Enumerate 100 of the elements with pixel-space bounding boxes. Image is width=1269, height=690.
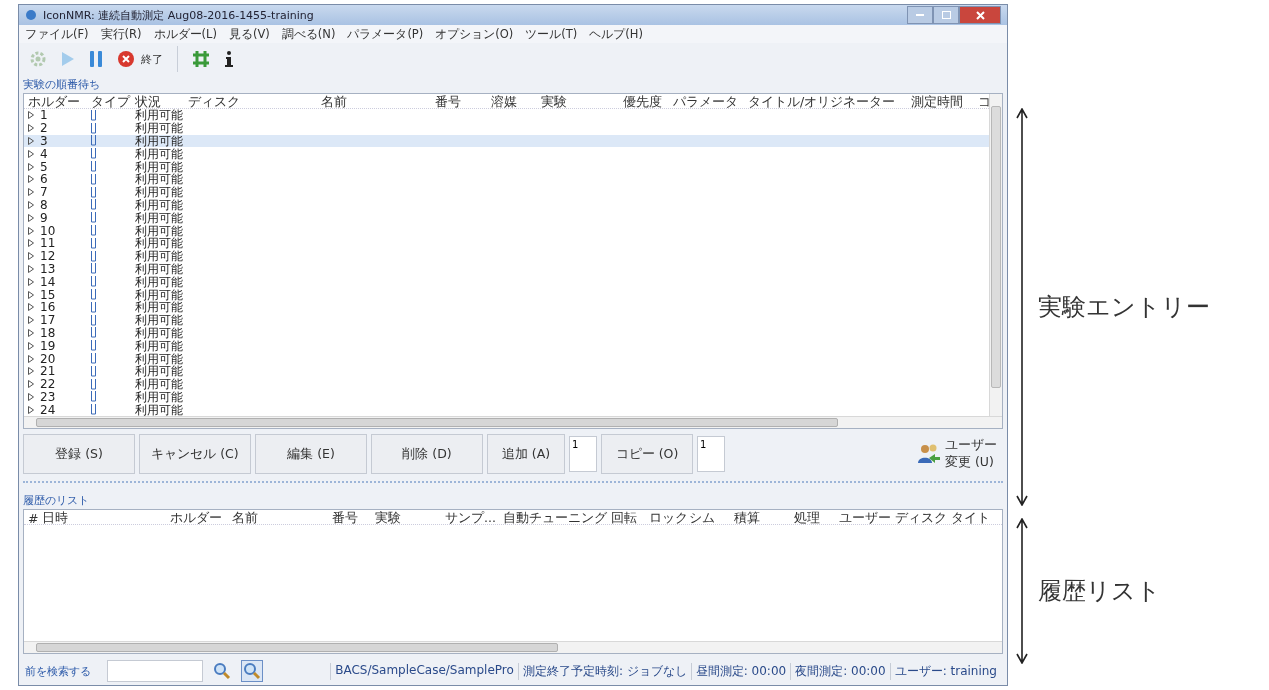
queue-row[interactable]: 15 利用可能: [24, 288, 989, 301]
action-button[interactable]: 追加 (A): [487, 434, 565, 475]
minimize-button[interactable]: [907, 6, 933, 24]
queue-row[interactable]: 7 利用可能: [24, 185, 989, 199]
queue-row[interactable]: 22 利用可能: [24, 377, 989, 391]
column-header[interactable]: ホルダー: [28, 94, 91, 111]
column-header[interactable]: 実験: [375, 510, 445, 528]
section-title: 履歴のリスト: [22, 493, 90, 510]
search-next-button[interactable]: [241, 660, 263, 682]
menu-item[interactable]: ツール(T): [525, 26, 578, 42]
action-button[interactable]: キャンセル (C): [139, 434, 251, 475]
queue-row[interactable]: 14 利用可能: [24, 275, 989, 289]
menu-item[interactable]: ファイル(F): [25, 26, 89, 42]
holder-number: 13: [40, 262, 56, 275]
column-header[interactable]: ホルダー: [170, 510, 232, 528]
queue-row[interactable]: 8 利用可能: [24, 198, 989, 212]
column-header[interactable]: ディスク: [895, 510, 951, 528]
column-header[interactable]: 番号: [332, 510, 375, 528]
column-header[interactable]: 自動チューニング: [503, 510, 611, 528]
menu-item[interactable]: 見る(V): [228, 26, 270, 42]
column-header[interactable]: ユーザー: [839, 510, 895, 528]
column-header[interactable]: サンプ...: [445, 510, 503, 528]
search-button[interactable]: [211, 660, 233, 682]
action-button[interactable]: 登録 (S): [23, 434, 135, 475]
menu-item[interactable]: 調べる(N): [281, 26, 336, 42]
column-header[interactable]: シム: [689, 510, 734, 528]
horizontal-scrollbar[interactable]: [24, 416, 1002, 429]
status-cell-text: 利用可能: [135, 288, 184, 301]
queue-row[interactable]: 21 利用可能: [24, 364, 989, 378]
queue-row[interactable]: 23 利用可能: [24, 390, 989, 404]
status-cell-text: 利用可能: [135, 326, 184, 339]
stop-icon[interactable]: [117, 50, 135, 68]
queue-row[interactable]: 13 利用可能: [24, 262, 989, 276]
holder-number: 3: [40, 135, 48, 147]
action-button[interactable]: 削除 (D): [371, 434, 483, 475]
column-header[interactable]: ロック: [649, 510, 689, 528]
status-text: 昼間測定: 00:00: [690, 662, 791, 680]
queue-row[interactable]: 6 利用可能: [24, 173, 989, 186]
status-text: BACS/SampleCase/SamplePro: [330, 662, 518, 680]
spin-field[interactable]: 1: [569, 436, 597, 473]
column-header[interactable]: パラメータ: [673, 94, 748, 111]
status-cell-text: 利用可能: [135, 122, 184, 135]
column-header[interactable]: 回転: [611, 510, 649, 528]
queue-row[interactable]: 16 利用可能: [24, 300, 989, 314]
queue-row[interactable]: 20 利用可能: [24, 352, 989, 365]
column-header[interactable]: 積算: [734, 510, 794, 528]
menu-item[interactable]: オプション(O): [435, 26, 514, 42]
search-field[interactable]: [107, 660, 203, 682]
queue-row[interactable]: 19 利用可能: [24, 339, 989, 353]
queue-row[interactable]: 9 利用可能: [24, 211, 989, 225]
column-header[interactable]: 測定時間: [911, 94, 978, 111]
maximize-button[interactable]: [933, 6, 959, 24]
close-button[interactable]: [959, 6, 1001, 24]
queue-row[interactable]: 12 利用可能: [24, 249, 989, 263]
grid-icon[interactable]: [192, 50, 210, 68]
queue-row[interactable]: 18 利用可能: [24, 326, 989, 340]
menu-item[interactable]: ホルダー(L): [153, 26, 217, 42]
status-cell-text: 利用可能: [135, 237, 184, 250]
column-header[interactable]: #: [28, 511, 42, 527]
column-header[interactable]: タイトル/オリジネーター: [748, 94, 911, 111]
column-header[interactable]: タイプ: [91, 94, 135, 111]
holder-number: 4: [40, 147, 48, 160]
pause-icon[interactable]: [89, 50, 103, 68]
column-header[interactable]: 実験: [541, 94, 623, 111]
status-cell-text: 利用可能: [135, 147, 184, 160]
queue-row[interactable]: 17 利用可能: [24, 313, 989, 327]
status-cell-text: 利用可能: [135, 173, 184, 186]
column-header[interactable]: コ: [978, 94, 989, 111]
column-header[interactable]: 溶媒: [491, 94, 541, 111]
info-icon[interactable]: [224, 50, 234, 68]
column-header[interactable]: 処理: [794, 510, 839, 528]
menu-item[interactable]: ヘルプ(H): [589, 26, 643, 42]
queue-row[interactable]: 11 利用可能: [24, 236, 989, 250]
change-user-button[interactable]: ユーザー 変更 (U): [911, 436, 1003, 473]
spin-field[interactable]: 1: [697, 436, 725, 473]
status-cell-text: 利用可能: [135, 262, 184, 275]
column-header[interactable]: 日時: [42, 510, 170, 528]
window-title: IconNMR: 連続自動測定 Aug08-2016-1455-training: [43, 7, 314, 23]
queue-row[interactable]: 2 利用可能: [24, 121, 989, 135]
column-header[interactable]: 名前: [232, 510, 332, 528]
column-header[interactable]: 名前: [321, 94, 435, 111]
stop-label[interactable]: 終了: [141, 51, 163, 67]
column-header[interactable]: ディスク: [188, 94, 321, 111]
vertical-scrollbar[interactable]: [989, 94, 1002, 417]
column-header[interactable]: タイト: [951, 510, 991, 528]
queue-row[interactable]: 4 利用可能: [24, 147, 989, 161]
queue-row[interactable]: 5 利用可能: [24, 160, 989, 173]
status-cell-text: 利用可能: [135, 160, 184, 173]
annotation-label: 履歴リスト: [1038, 576, 1161, 607]
queue-row[interactable]: 10 利用可能: [24, 224, 989, 237]
queue-row[interactable]: 3 利用可能: [24, 134, 989, 148]
action-button[interactable]: 編集 (E): [255, 434, 367, 475]
menu-item[interactable]: 実行(R): [100, 26, 142, 42]
queue-row[interactable]: 1 利用可能: [24, 109, 989, 122]
horizontal-scrollbar[interactable]: [24, 641, 1002, 654]
action-button[interactable]: コピー (O): [601, 434, 693, 475]
column-header[interactable]: 番号: [435, 94, 491, 111]
menu-item[interactable]: パラメータ(P): [347, 26, 424, 42]
queue-row[interactable]: 24 利用可能: [24, 403, 989, 417]
column-header[interactable]: 優先度: [623, 94, 673, 111]
